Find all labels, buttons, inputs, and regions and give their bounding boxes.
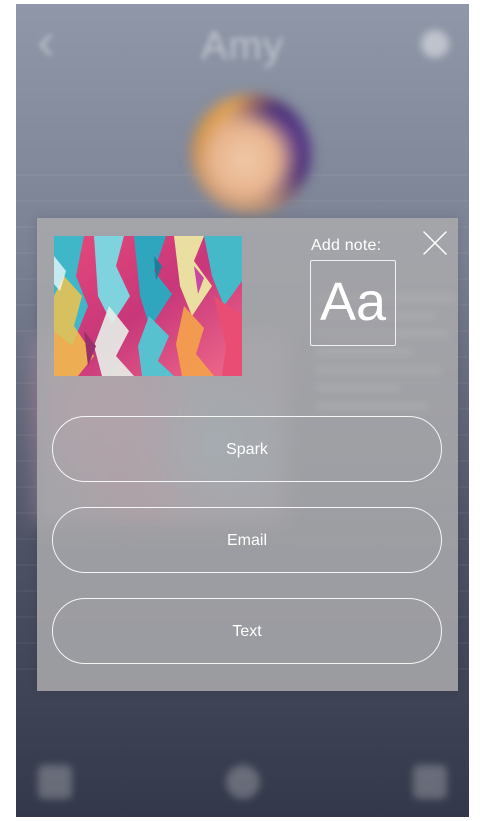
- bottom-right-icon[interactable]: [413, 765, 447, 799]
- gear-icon[interactable]: [421, 30, 449, 58]
- text-button[interactable]: Text: [52, 598, 442, 664]
- close-icon[interactable]: [422, 230, 448, 256]
- share-modal: Add note: Aa Spark Email Text: [37, 218, 458, 691]
- email-button[interactable]: Email: [52, 507, 442, 573]
- bottom-toolbar: [16, 737, 469, 817]
- avatar: [191, 94, 311, 214]
- add-note-label: Add note:: [311, 237, 382, 254]
- bottom-left-icon[interactable]: [38, 765, 72, 799]
- spark-button[interactable]: Spark: [52, 416, 442, 482]
- artwork-thumbnail: [54, 236, 242, 376]
- add-note-button[interactable]: Aa: [310, 260, 396, 346]
- artwork-image: [54, 236, 242, 376]
- profile-name: Amy: [201, 24, 284, 68]
- bottom-center-icon[interactable]: [226, 765, 260, 799]
- profile-header: Amy: [16, 4, 469, 94]
